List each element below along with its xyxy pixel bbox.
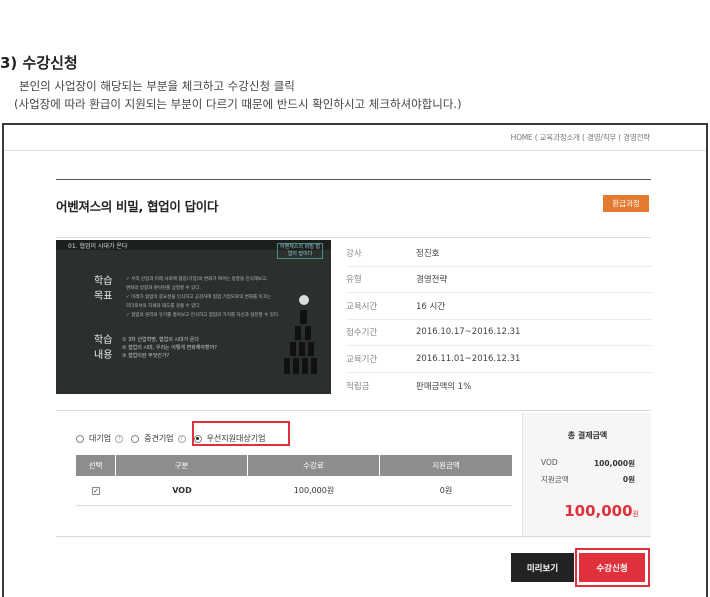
summary-support-row: 지원금액 0원	[541, 474, 635, 485]
content-line: ① 3차 산업혁명, 협업의 시대가 온다	[122, 337, 200, 343]
select-cell: ✓	[76, 476, 116, 505]
info-row-course-period: 교육기간 2016.11.01~2016.12.31	[346, 346, 653, 373]
support-cell: 0원	[439, 486, 453, 495]
course-title: 어벤져스의 비밀, 협업이 답이다	[56, 199, 219, 214]
course-thumbnail[interactable]: 01. 협업이 시대가 온다 어벤져스의 비밀 협업이 답이다 학습 목표 ✓ …	[56, 240, 331, 394]
refund-badge: 환급과정	[603, 195, 649, 212]
goal-line: ✓ 우리 산업과 미래 사회에 협업(기업)의 변화가 여겨는 방향을 인식해보…	[126, 277, 268, 282]
content-line: ② 협업의 시대, 우리는 어떻게 변화해야할까?	[122, 345, 217, 351]
divider	[56, 410, 651, 411]
type-cell: VOD	[172, 486, 192, 495]
info-value: 정진호	[416, 248, 440, 259]
info-row-type: 유형 경영전략	[346, 267, 653, 293]
radio-large-company[interactable]	[76, 434, 84, 443]
thumbnail-goals-heading: 학습 목표	[94, 276, 113, 302]
info-value: 판매금액의 1%	[416, 381, 472, 392]
goal-line: 리더로서의 자세와 태도를 갖출 수 있다.	[126, 304, 201, 309]
thumbnail-contents: ① 3차 산업혁명, 협업의 시대가 온다 ② 협업의 시대, 우리는 어떻게 …	[122, 336, 217, 360]
highlight-box	[192, 421, 290, 446]
highlight-box	[575, 548, 650, 587]
step-title: 3) 수강신청	[0, 54, 78, 72]
thumbnail-goals: ✓ 우리 산업과 미래 사회에 협업(기업)의 변화가 여겨는 방향을 인식해보…	[126, 276, 279, 321]
course-info-table: 강사 정진호 유형 경영전략 교육시간 16 시간 접수기간 2016.10.1…	[346, 240, 653, 399]
radio-mid-company[interactable]	[131, 434, 140, 443]
preview-button[interactable]: 미리보기	[511, 553, 574, 582]
col-header: 지원금액	[432, 461, 460, 470]
summary-value: 100,000원	[593, 459, 635, 468]
info-value: 16 시간	[416, 301, 446, 312]
breadcrumb[interactable]: HOME ( 교육과정소개 ( 경영/직무 ( 경영전략	[511, 132, 651, 143]
divider	[56, 179, 651, 180]
col-header: 선택	[76, 455, 116, 476]
summary-label: 지원금액	[541, 475, 569, 484]
goal-line: ✓ 미래가 협업이 중요성을 인식하고 공감하여 협업 기업으로의 변화를 이끄…	[126, 295, 271, 300]
info-label: 적립금	[346, 381, 370, 392]
payment-summary: 총 결제금액 VOD 100,000원 지원금액 0원 100,000원	[522, 413, 651, 536]
summary-total: 100,000원	[564, 502, 639, 520]
info-label: 교육기간	[346, 354, 378, 365]
total-unit: 원	[632, 510, 639, 518]
total-amount: 100,000	[564, 502, 633, 520]
info-value: 경영전략	[416, 275, 448, 286]
help-icon[interactable]: ?	[115, 434, 124, 443]
thumbnail-brand-logo: 어벤져스의 비밀 협업이 답이다	[277, 243, 323, 259]
radio-label: 중견기업	[144, 434, 174, 443]
col-header: 수강료	[248, 455, 380, 476]
thumbnail-contents-heading: 학습 내용	[94, 335, 113, 361]
instruction-line-2: (사업장에 따라 환급이 지원되는 부분이 다르기 때문에 반드시 확인하시고 …	[14, 97, 462, 111]
table-row: ✓ VOD 100,000원 0원	[76, 476, 512, 506]
thumbnail-header: 01. 협업이 시대가 온다	[68, 243, 128, 250]
table-header: 선택 구분 수강료 지원금액	[76, 455, 512, 476]
row-checkbox[interactable]: ✓	[92, 486, 100, 495]
summary-value: 0원	[622, 475, 635, 484]
instruction-line-1: 본인의 사업장이 해당되는 부분을 체크하고 수강신청 클릭	[19, 79, 295, 93]
help-icon[interactable]: ?	[177, 434, 186, 443]
divider	[56, 536, 651, 537]
col-header: 구분	[116, 455, 248, 476]
info-row-registration-period: 접수기간 2016.10.17~2016.12.31	[346, 320, 653, 346]
top-bar: HOME ( 교육과정소개 ( 경영/직무 ( 경영전략	[4, 125, 706, 151]
fee-table: 선택 구분 수강료 지원금액 ✓ VOD 100,000원 0원	[76, 455, 512, 506]
info-row-instructor: 강사 정진호	[346, 240, 653, 267]
divider	[56, 237, 651, 238]
info-value: 2016.11.01~2016.12.31	[416, 353, 521, 364]
info-value: 2016.10.17~2016.12.31	[416, 327, 521, 338]
info-label: 접수기간	[346, 328, 378, 339]
info-label: 유형	[346, 275, 362, 286]
goal-line: ✓ 협업의 원리와 유기를 총아보고 인식하고 협업의 가치를 자신과 실천할 …	[126, 313, 280, 318]
goal-line: 변화의 방향과 준비된를 상정할 수 있다.	[126, 286, 201, 291]
summary-vod-row: VOD 100,000원	[541, 458, 635, 469]
people-pyramid-illustration	[284, 295, 317, 374]
info-row-points: 적립금 판매금액의 1%	[346, 373, 653, 400]
radio-label: 대기업	[89, 434, 112, 443]
summary-title: 총 결제금액	[567, 431, 608, 440]
fee-cell: 100,000원	[293, 486, 335, 495]
info-label: 강사	[346, 248, 362, 259]
browser-frame: HOME ( 교육과정소개 ( 경영/직무 ( 경영전략 어벤져스의 비밀, 협…	[2, 123, 708, 597]
content-line: ③ 협업이란 무엇인가?	[122, 353, 170, 359]
summary-label: VOD	[541, 458, 558, 467]
info-row-hours: 교육시간 16 시간	[346, 293, 653, 320]
info-label: 교육시간	[346, 301, 378, 312]
